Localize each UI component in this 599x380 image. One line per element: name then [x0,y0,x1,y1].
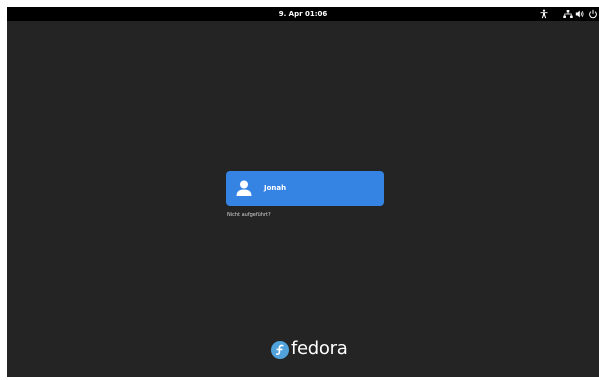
top-bar: 9. Apr 01:06 [7,7,599,21]
network-icon[interactable] [563,9,573,19]
volume-icon[interactable] [575,9,585,19]
not-listed-link[interactable]: Nicht aufgeführt? [227,211,271,219]
accessibility-icon[interactable] [539,9,549,19]
user-name: Jonah [264,184,287,192]
user-avatar-icon [234,178,254,198]
fedora-wordmark: fedora [291,338,348,359]
login-screen: 9. Apr 01:06 Jonah Nicht aufgeführt? fed… [7,7,599,377]
clock[interactable]: 9. Apr 01:06 [7,9,599,19]
user-item-jonah[interactable]: Jonah [226,171,384,206]
power-icon[interactable] [588,9,598,19]
fedora-logo-icon [271,341,289,359]
